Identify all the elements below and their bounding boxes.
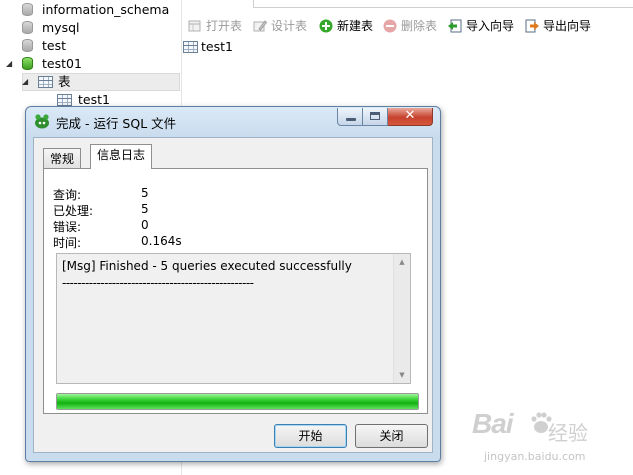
import-icon	[448, 17, 462, 33]
stat-value-errors: 0	[141, 218, 149, 232]
scroll-up-arrow-icon[interactable]: ▲	[394, 258, 410, 266]
delete-table-label: 删除表	[401, 19, 438, 33]
maximize-icon	[370, 112, 380, 120]
database-icon	[22, 39, 33, 52]
new-table-label: 新建表	[337, 19, 374, 33]
watermark-jingyan: 经验	[548, 421, 588, 445]
navicat-app-icon	[34, 113, 50, 129]
add-icon	[319, 17, 333, 33]
run-sql-dialog: 完成 - 运行 SQL 文件 ✕ 常规 信息日志 查询: 5 已处理: 5 错误…	[25, 106, 441, 462]
log-message-line: [Msg] Finished - 5 queries executed succ…	[62, 259, 352, 273]
delete-icon	[383, 17, 397, 33]
log-scrollbar[interactable]: ▲ ▼	[393, 254, 410, 383]
tree-item-test01[interactable]: test01	[42, 55, 82, 73]
stat-value-processed: 5	[141, 202, 149, 216]
dialog-client-area: 常规 信息日志 查询: 5 已处理: 5 错误: 0 时间: 0.164s [M…	[33, 137, 433, 453]
tab-message-log[interactable]: 信息日志	[90, 144, 153, 169]
top-divider	[253, 0, 633, 8]
progress-bar	[56, 393, 419, 410]
stat-label-queries: 查询:	[53, 188, 82, 202]
tree-item-information-schema[interactable]: information_schema	[42, 1, 169, 19]
tree-item-test[interactable]: test	[42, 37, 66, 55]
message-log-textarea[interactable]: [Msg] Finished - 5 queries executed succ…	[56, 253, 411, 384]
stat-value-time: 0.164s	[141, 234, 182, 248]
watermark-url: jingyan.baidu.com	[484, 450, 586, 463]
import-wizard-button[interactable]: 导入向导	[448, 14, 514, 38]
tab-general[interactable]: 常规	[43, 148, 82, 168]
import-wizard-label: 导入向导	[466, 19, 515, 33]
dialog-titlebar[interactable]: 完成 - 运行 SQL 文件 ✕	[26, 107, 440, 135]
tables-folder-icon	[38, 76, 53, 88]
tab-panel: 查询: 5 已处理: 5 错误: 0 时间: 0.164s [Msg] Fini…	[43, 168, 428, 414]
stat-value-queries: 5	[141, 186, 149, 200]
object-toolbar: 打开表 设计表 新建表 删除表 导入向导 导出向导	[181, 14, 633, 38]
export-icon	[525, 17, 539, 33]
content-table-item[interactable]: test1	[201, 39, 233, 55]
expand-arrow-icon[interactable]: ◢	[22, 77, 28, 86]
database-icon	[22, 21, 33, 34]
close-button[interactable]: 关闭	[355, 424, 428, 448]
open-table-icon	[188, 17, 202, 32]
export-wizard-button[interactable]: 导出向导	[525, 14, 591, 38]
watermark-brand: Bai	[472, 408, 514, 439]
baidu-jingyan-watermark: Bai 经验 jingyan.baidu.com	[470, 404, 630, 470]
dialog-title: 完成 - 运行 SQL 文件	[56, 116, 177, 131]
stat-label-time: 时间:	[53, 236, 82, 250]
scroll-down-arrow-icon[interactable]: ▼	[394, 371, 410, 379]
table-icon	[183, 41, 198, 53]
tree-item-tables[interactable]: 表	[58, 73, 71, 91]
start-button[interactable]: 开始	[274, 424, 347, 448]
design-table-button[interactable]: 设计表	[253, 14, 307, 38]
minimize-button[interactable]	[337, 108, 363, 126]
stat-label-processed: 已处理:	[53, 204, 94, 218]
design-table-icon	[253, 17, 268, 32]
close-icon: ✕	[404, 108, 416, 123]
open-table-button[interactable]: 打开表	[188, 14, 242, 38]
close-window-button[interactable]: ✕	[388, 108, 433, 126]
stat-label-errors: 错误:	[53, 220, 82, 234]
minimize-icon	[346, 118, 356, 121]
table-icon	[57, 94, 72, 106]
delete-table-button[interactable]: 删除表	[383, 14, 437, 38]
design-table-label: 设计表	[271, 19, 308, 33]
new-table-button[interactable]: 新建表	[319, 14, 373, 38]
log-separator-line: ----------------------------------------…	[62, 276, 254, 290]
tree-item-mysql[interactable]: mysql	[42, 19, 80, 37]
database-icon	[22, 3, 33, 16]
progress-bar-fill	[57, 394, 418, 409]
open-table-label: 打开表	[206, 19, 243, 33]
export-wizard-label: 导出向导	[543, 19, 592, 33]
maximize-button[interactable]	[363, 108, 388, 126]
database-open-icon	[22, 57, 33, 70]
expand-arrow-icon[interactable]: ◢	[6, 59, 12, 68]
